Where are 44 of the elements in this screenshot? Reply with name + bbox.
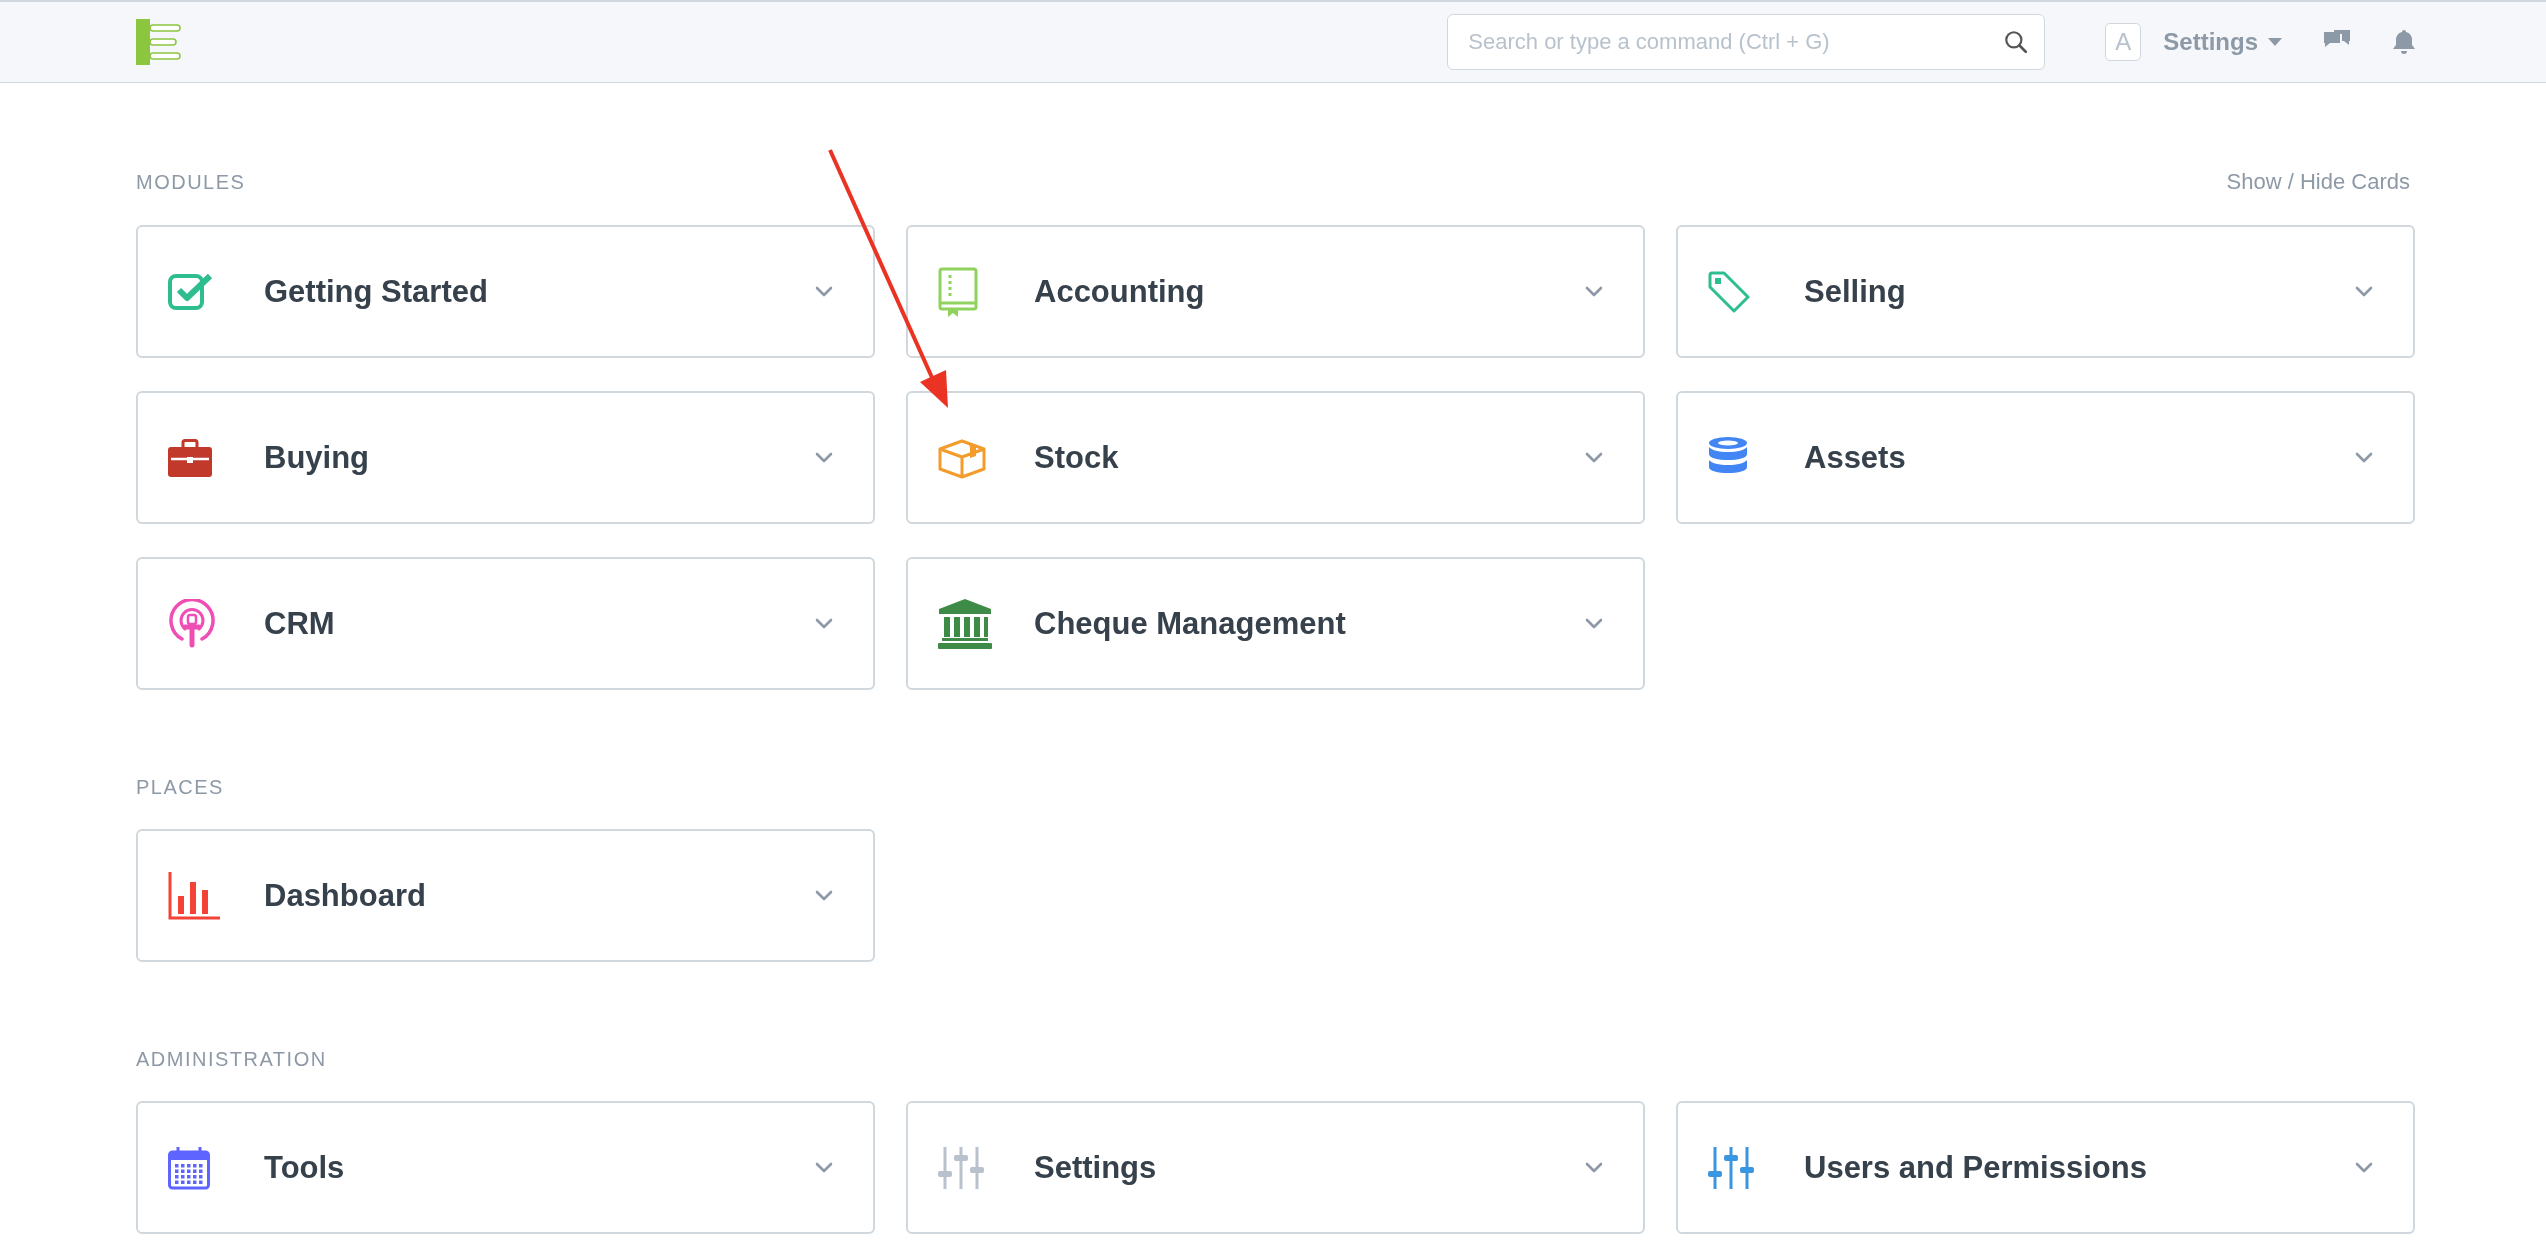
card-title: Stock (1034, 439, 1120, 476)
chevron-down-icon[interactable] (2355, 286, 2373, 297)
module-card[interactable]: Users and Permissions (1676, 1101, 2415, 1234)
section-title: PLACES (136, 776, 224, 799)
module-card[interactable]: Selling (1676, 225, 2415, 358)
section-title: MODULES (136, 170, 246, 194)
card-title: Getting Started (264, 273, 489, 310)
chevron-down-icon[interactable] (815, 890, 833, 901)
section-title: ADMINISTRATION (136, 1048, 327, 1071)
chevron-down-icon[interactable] (815, 286, 833, 297)
card-title: Selling (1804, 273, 1907, 310)
chevron-down-icon[interactable] (815, 452, 833, 463)
module-card[interactable]: Dashboard (136, 829, 875, 962)
card-title: Settings (1034, 1149, 1158, 1186)
card-title: CRM (264, 605, 336, 642)
module-card[interactable]: Tools (136, 1101, 875, 1234)
chevron-down-icon[interactable] (2355, 1162, 2373, 1173)
chevron-down-icon[interactable] (815, 1162, 833, 1173)
chevron-down-icon[interactable] (1585, 452, 1603, 463)
chevron-down-icon[interactable] (2355, 452, 2373, 463)
module-card[interactable]: CRM (136, 557, 875, 690)
card-title: Assets (1804, 439, 1907, 476)
module-card[interactable]: Assets (1676, 391, 2415, 524)
card-title: Dashboard (264, 877, 427, 914)
search-field[interactable]: Search or type a command (Ctrl + G) (1447, 14, 2046, 70)
logo-icon[interactable] (136, 19, 182, 65)
module-card[interactable]: Accounting (906, 225, 1645, 358)
chevron-down-icon[interactable] (815, 618, 833, 629)
module-card[interactable]: Cheque Management (906, 557, 1645, 690)
caret-icon (2268, 38, 2282, 46)
module-card[interactable]: Settings (906, 1101, 1645, 1234)
module-card[interactable]: Stock (906, 391, 1645, 524)
notification-bell-icon[interactable] (2392, 29, 2416, 55)
card-title: Users and Permissions (1804, 1149, 2148, 1186)
card-title: Accounting (1034, 273, 1206, 310)
module-card[interactable]: Getting Started (136, 225, 875, 358)
chevron-down-icon[interactable] (1585, 618, 1603, 629)
chevron-down-icon[interactable] (1585, 1162, 1603, 1173)
card-title: Buying (264, 439, 371, 476)
chevron-down-icon[interactable] (1585, 286, 1603, 297)
module-card[interactable]: Buying (136, 391, 875, 524)
card-title: Cheque Management (1034, 605, 1347, 642)
card-title: Tools (264, 1149, 346, 1186)
search-icon (2003, 29, 2030, 55)
